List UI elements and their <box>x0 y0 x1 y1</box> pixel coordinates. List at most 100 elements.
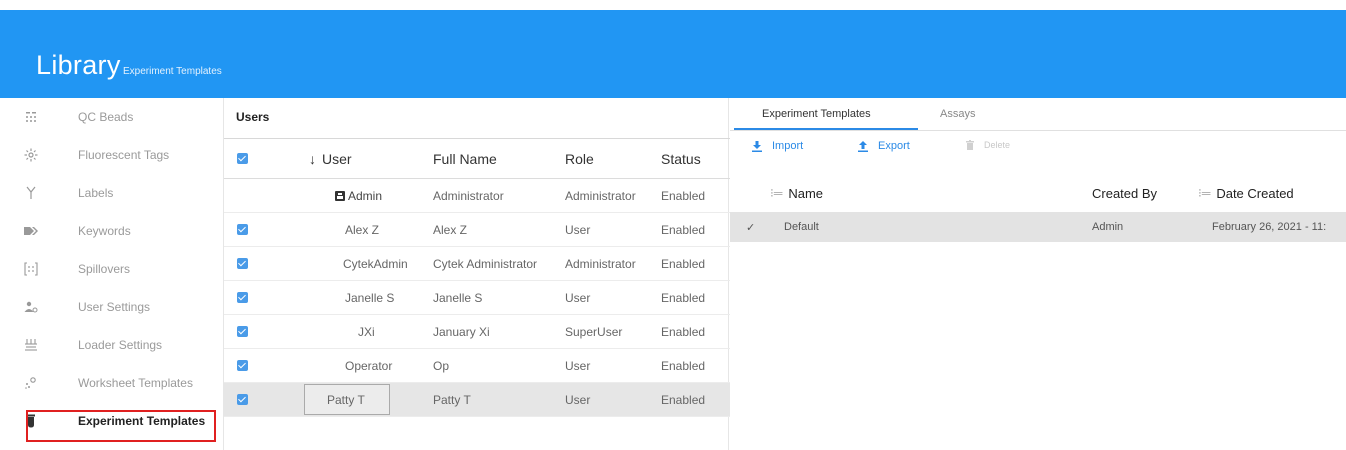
sidebar-item-label: Fluorescent Tags <box>78 148 170 162</box>
user-cell: Janelle S <box>345 290 395 305</box>
tab-experiment-templates[interactable]: Experiment Templates <box>762 108 871 120</box>
table-row-selected[interactable]: Patty T Patty T User Enabled <box>224 383 730 417</box>
page-title: Library <box>36 50 121 80</box>
filter-icon: ⁝═ <box>770 186 783 200</box>
table-row[interactable]: ✓ Default Admin February 26, 2021 - 11: <box>730 212 1346 242</box>
row-checkbox[interactable] <box>237 213 248 246</box>
full-name-cell: Cytek Administrator <box>433 256 538 271</box>
row-checkbox[interactable] <box>237 281 248 314</box>
sidebar-item-keywords[interactable]: Keywords <box>0 212 222 250</box>
export-icon <box>858 140 868 152</box>
row-checkbox[interactable] <box>237 247 248 280</box>
app-header: Library Experiment Templates <box>0 10 1346 98</box>
full-name-cell: Alex Z <box>433 222 468 237</box>
full-name-cell: Administrator <box>433 188 504 203</box>
column-header-date-created[interactable]: ⁝═ Date Created <box>1198 176 1294 210</box>
import-icon <box>752 140 762 152</box>
status-cell: Enabled <box>661 256 706 271</box>
status-cell: Enabled <box>661 188 706 203</box>
row-checkbox[interactable] <box>237 383 248 416</box>
keywords-icon <box>24 223 38 239</box>
date-created-cell: February 26, 2021 - 11: <box>1212 221 1327 233</box>
column-header-user[interactable]: ↓ User <box>309 139 352 178</box>
user-cell: Operator <box>345 358 393 373</box>
fluorescent-tags-icon <box>24 147 38 163</box>
sidebar: QC Beads Fluorescent Tags Labels Keyword… <box>0 98 222 450</box>
role-cell: User <box>565 222 591 237</box>
role-cell: Administrator <box>565 256 636 271</box>
import-button[interactable]: Import <box>752 140 803 152</box>
sidebar-item-label: Keywords <box>78 224 131 238</box>
full-name-cell: January Xi <box>433 324 490 339</box>
sidebar-item-label: User Settings <box>78 300 151 314</box>
role-cell: Administrator <box>565 188 636 203</box>
users-panel-title: Users <box>236 110 270 124</box>
status-cell: Enabled <box>661 222 706 237</box>
full-name-cell: Janelle S <box>433 290 483 305</box>
user-cell: Alex Z <box>345 222 380 237</box>
sidebar-item-user-settings[interactable]: User Settings <box>0 288 222 326</box>
sidebar-item-fluorescent-tags[interactable]: Fluorescent Tags <box>0 136 222 174</box>
sidebar-item-qc-beads[interactable]: QC Beads <box>0 98 222 136</box>
user-cell[interactable]: Patty T <box>327 383 365 416</box>
table-row[interactable]: Alex Z Alex Z User Enabled <box>224 213 730 247</box>
qc-beads-icon <box>24 109 38 125</box>
template-name-cell: Default <box>784 221 819 233</box>
sidebar-item-label: Loader Settings <box>78 338 163 352</box>
filter-icon: ⁝═ <box>1198 186 1211 200</box>
role-cell: User <box>565 392 591 407</box>
group-icon <box>335 190 345 201</box>
select-all-checkbox[interactable] <box>237 139 248 178</box>
templates-panel: Experiment Templates Assays Import Expor… <box>730 98 1346 450</box>
role-cell: User <box>565 358 591 373</box>
check-icon: ✓ <box>746 221 756 234</box>
sidebar-item-label: Labels <box>78 186 114 200</box>
sidebar-item-label: QC Beads <box>78 110 134 124</box>
table-row[interactable]: Janelle S Janelle S User Enabled <box>224 281 730 315</box>
table-row[interactable]: JXi January Xi SuperUser Enabled <box>224 315 730 349</box>
worksheet-templates-icon <box>24 375 38 391</box>
sidebar-item-label: Worksheet Templates <box>78 376 193 390</box>
user-settings-icon <box>24 299 38 315</box>
full-name-cell: Patty T <box>433 392 471 407</box>
labels-icon <box>24 185 38 201</box>
role-cell: User <box>565 290 591 305</box>
tab-assays[interactable]: Assays <box>940 108 975 120</box>
column-header-created-by[interactable]: Created By <box>1092 176 1157 210</box>
column-header-role[interactable]: Role <box>565 139 594 178</box>
sort-arrow-icon: ↓ <box>309 150 316 167</box>
row-checkbox[interactable] <box>237 315 248 348</box>
status-cell: Enabled <box>661 358 706 373</box>
active-item-highlight <box>26 410 216 442</box>
sidebar-item-worksheet-templates[interactable]: Worksheet Templates <box>0 364 222 402</box>
user-group-cell: Admin <box>335 179 382 212</box>
status-cell: Enabled <box>661 392 706 407</box>
status-cell: Enabled <box>661 324 706 339</box>
full-name-cell: Op <box>433 358 450 373</box>
sidebar-item-spillovers[interactable]: Spillovers <box>0 250 222 288</box>
column-header-full-name[interactable]: Full Name <box>433 139 497 178</box>
export-button[interactable]: Export <box>858 140 910 152</box>
row-checkbox[interactable] <box>237 349 248 382</box>
delete-button[interactable]: Delete <box>966 140 1010 150</box>
table-group-row[interactable]: Admin Administrator Administrator Enable… <box>224 179 730 213</box>
divider <box>730 130 1346 131</box>
status-cell: Enabled <box>661 290 706 305</box>
user-cell: JXi <box>358 324 375 339</box>
page-subtitle: Experiment Templates <box>123 66 222 77</box>
users-table-header: ↓ User Full Name Role Status <box>224 139 730 179</box>
column-header-status[interactable]: Status <box>661 139 701 178</box>
table-row[interactable]: Operator Op User Enabled <box>224 349 730 383</box>
sidebar-item-loader-settings[interactable]: Loader Settings <box>0 326 222 364</box>
user-cell: CytekAdmin <box>343 256 408 271</box>
trash-icon <box>966 140 974 150</box>
spillovers-icon <box>24 261 38 277</box>
sidebar-item-label: Spillovers <box>78 262 131 276</box>
loader-settings-icon <box>24 337 38 353</box>
table-row[interactable]: CytekAdmin Cytek Administrator Administr… <box>224 247 730 281</box>
templates-table-header: ⁝═ Name Created By ⁝═ Date Created <box>730 176 1346 210</box>
role-cell: SuperUser <box>565 324 623 339</box>
users-panel: Users ↓ User Full Name Role Status Admin… <box>223 98 730 450</box>
sidebar-item-labels[interactable]: Labels <box>0 174 222 212</box>
column-header-name[interactable]: ⁝═ Name <box>770 176 823 210</box>
